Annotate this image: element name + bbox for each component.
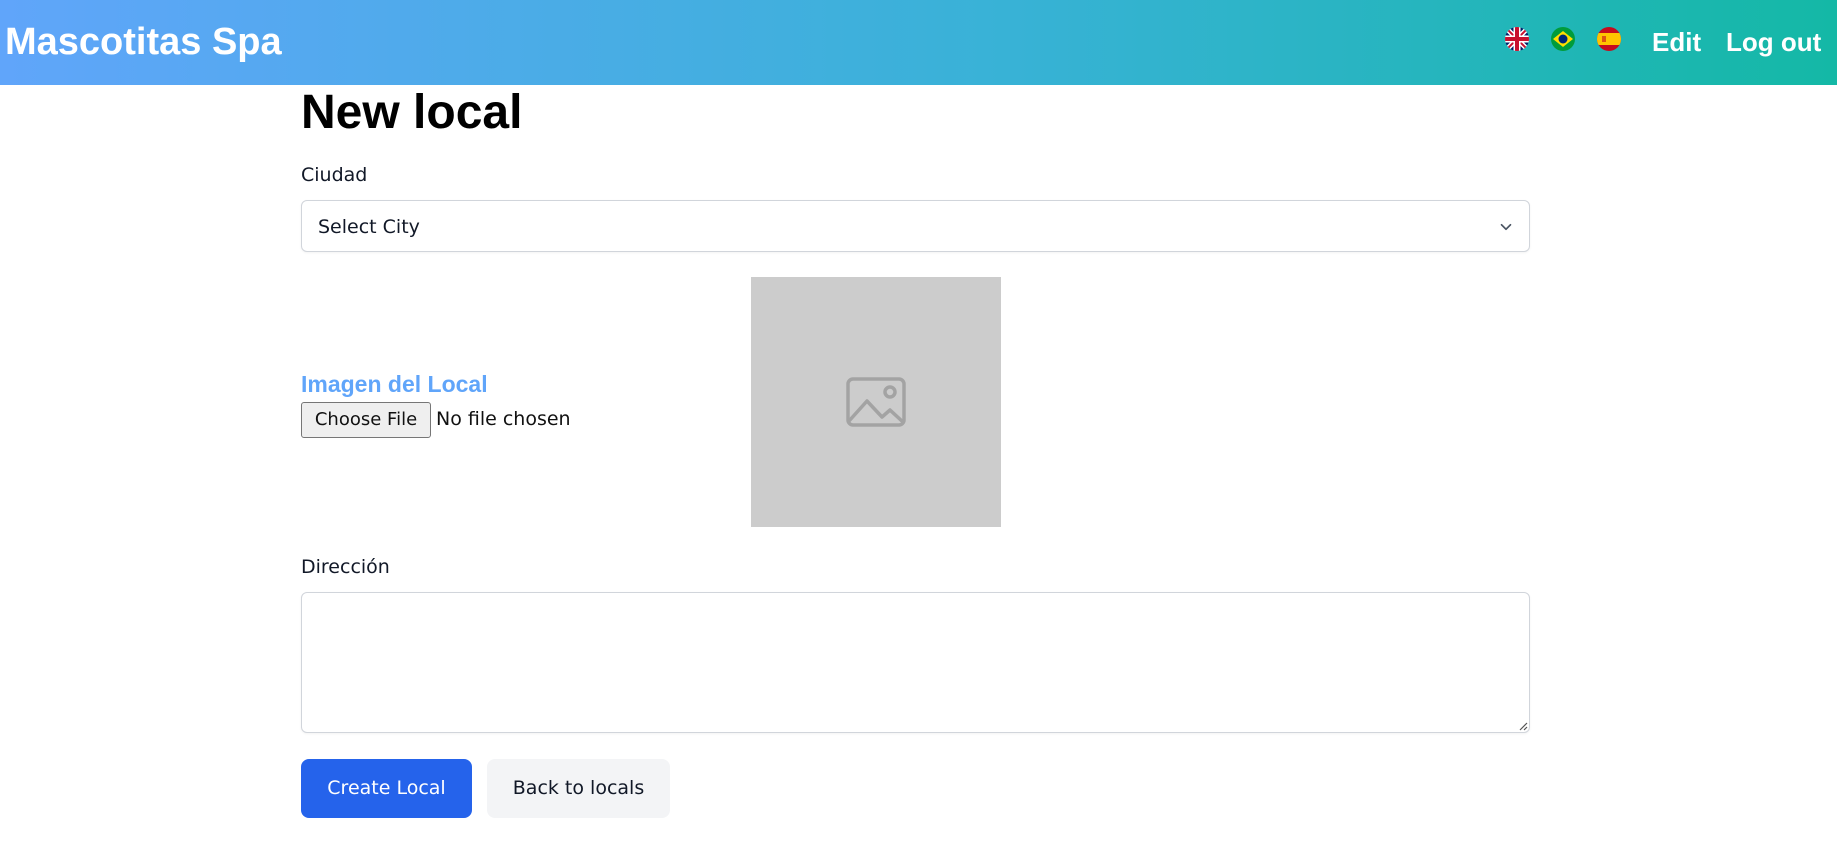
city-select-value: Select City: [318, 216, 420, 238]
choose-file-button[interactable]: Choose File: [301, 402, 431, 438]
page-title: New local: [301, 86, 523, 139]
chevron-down-icon: [1500, 223, 1512, 231]
image-preview: [751, 277, 1001, 527]
image-label: Imagen del Local: [301, 371, 488, 397]
brand-link[interactable]: Mascotitas Spa: [5, 20, 282, 64]
image-placeholder-icon: [846, 377, 906, 427]
back-to-locals-button[interactable]: Back to locals: [487, 759, 670, 818]
create-local-button[interactable]: Create Local: [301, 759, 472, 818]
city-label: Ciudad: [301, 164, 368, 186]
brazil-flag-icon[interactable]: [1551, 27, 1575, 51]
spain-flag-icon[interactable]: [1597, 27, 1621, 51]
address-textarea[interactable]: [301, 592, 1530, 733]
city-select[interactable]: Select City: [301, 200, 1530, 252]
resize-grip-icon[interactable]: [1518, 721, 1528, 731]
uk-flag-icon[interactable]: [1505, 27, 1529, 51]
address-label: Dirección: [301, 556, 390, 578]
logout-link[interactable]: Log out: [1726, 26, 1821, 58]
top-navbar: Mascotitas Spa Edit Log out: [0, 0, 1837, 85]
edit-link[interactable]: Edit: [1652, 26, 1701, 58]
file-status-text: No file chosen: [436, 408, 571, 430]
